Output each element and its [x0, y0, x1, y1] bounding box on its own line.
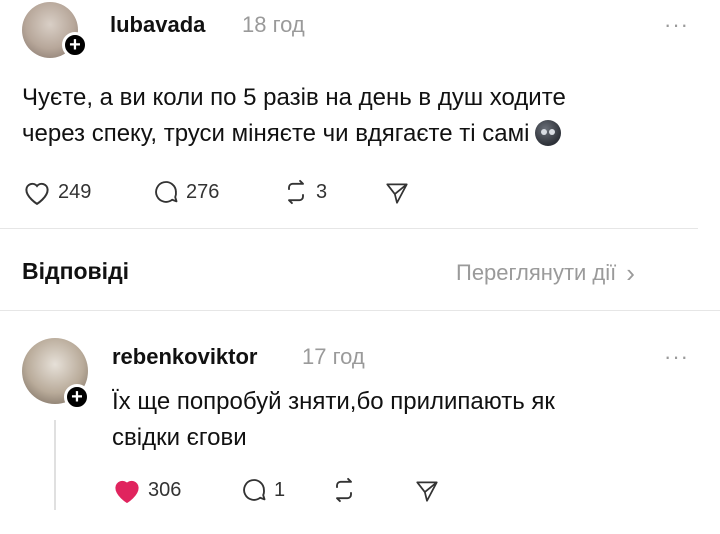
divider [0, 310, 720, 311]
post-repost-count: 3 [316, 180, 328, 203]
heart-icon [25, 182, 49, 206]
reply-comment-button[interactable]: 1 [240, 476, 285, 504]
reply-share-button[interactable] [414, 478, 440, 504]
send-icon [386, 183, 408, 204]
post-share-button[interactable] [384, 180, 410, 206]
post-time: 18 год [242, 12, 305, 37]
reply-time: 17 год [302, 344, 365, 369]
reply-username[interactable]: rebenkoviktor [112, 344, 258, 370]
dizzy-face-emoji-icon [535, 120, 562, 146]
post-text-line-2: через спеку, труси міняєте чи вдягаєте т… [22, 116, 712, 152]
post-username[interactable]: lubavada [110, 12, 205, 38]
chevron-right-icon: › [626, 258, 635, 288]
reply-comment-count: 1 [274, 478, 286, 501]
post-more-icon[interactable]: ··· [664, 12, 689, 38]
repost-icon [336, 477, 352, 503]
post-comment-count: 276 [186, 180, 220, 203]
post-comment-button[interactable]: 276 [152, 178, 219, 206]
reply-more-icon[interactable]: ··· [664, 344, 689, 370]
heart-filled-icon [115, 480, 139, 504]
post-text: Чуєте, а ви коли по 5 разів на день в ду… [22, 80, 712, 152]
post-like-count: 249 [58, 180, 92, 203]
reply-text-line-2: свідки єгови [112, 424, 247, 451]
reply-like-button[interactable]: 306 [112, 476, 181, 504]
reply-repost-button[interactable] [330, 476, 358, 504]
follow-plus-icon[interactable]: + [64, 384, 90, 410]
thread-line [54, 420, 56, 510]
post-repost-button[interactable]: 3 [282, 178, 327, 206]
reply-text-line-1: Їх ще попробуй зняти,бо прилипають як [112, 388, 555, 415]
comment-icon [243, 479, 266, 501]
send-icon [416, 481, 438, 502]
replies-title: Відповіді [22, 258, 130, 284]
view-activity-label: Переглянути дії [456, 260, 617, 285]
post-like-button[interactable]: 249 [22, 178, 91, 206]
reply-text: Їх ще попробуй зняти,бо прилипають як св… [112, 384, 702, 456]
view-activity-link[interactable]: Переглянути дії › [456, 260, 635, 286]
divider [0, 228, 698, 229]
repost-icon [288, 179, 304, 205]
follow-plus-icon[interactable]: + [62, 32, 88, 58]
reply-like-count: 306 [148, 478, 182, 501]
comment-icon [155, 181, 178, 203]
post-text-line-1: Чуєте, а ви коли по 5 разів на день в ду… [22, 84, 566, 111]
